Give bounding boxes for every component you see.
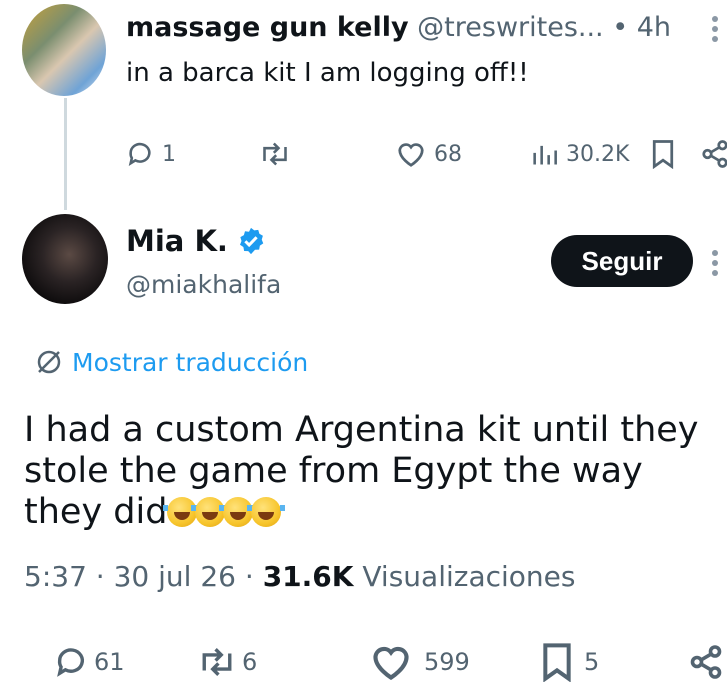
retweet-icon (202, 648, 232, 676)
reply-button[interactable]: 1 (126, 136, 176, 172)
laughing-emoji-icon (247, 497, 286, 527)
heart-icon (373, 646, 409, 680)
bookmark-count: 5 (584, 648, 600, 676)
retweet-count: 6 (242, 648, 258, 676)
like-button[interactable]: 68 (396, 136, 462, 172)
thread-line (64, 98, 67, 210)
laughing-emoji-icon (219, 497, 258, 527)
views-label: Visualizaciones (362, 560, 576, 593)
like-count: 599 (424, 648, 470, 676)
handle[interactable]: @miakhalifa (126, 270, 281, 299)
retweet-button[interactable] (258, 136, 292, 172)
more-options-icon[interactable] (712, 246, 720, 280)
reply-icon (57, 648, 85, 677)
tweet-meta: 5:37 · 30 jul 26 · 31.6K Visualizaciones (24, 560, 576, 593)
views-icon (533, 145, 557, 165)
avatar[interactable] (22, 4, 106, 96)
tweet-date[interactable]: 30 jul 26 (114, 560, 236, 593)
like-count: 68 (434, 141, 462, 167)
translate-link[interactable]: Mostrar traducción (34, 347, 308, 377)
reply-icon (128, 142, 151, 167)
share-button[interactable] (688, 640, 724, 684)
globe-icon (37, 350, 61, 374)
laughing-emoji-group (163, 492, 286, 532)
views-count: 31.6K (262, 560, 354, 593)
translate-label: Mostrar traducción (72, 347, 309, 377)
tweet-text: I had a custom Argentina kit until they … (24, 410, 704, 533)
verified-badge-icon (239, 227, 264, 255)
laughing-emoji-icon (191, 497, 230, 527)
reply-count: 61 (94, 648, 125, 676)
bookmark-icon (543, 643, 571, 682)
tweet-header: Mia K. (126, 224, 266, 258)
display-name[interactable]: massage gun kelly (126, 12, 409, 43)
bookmark-button[interactable]: 5 (540, 640, 599, 684)
display-name[interactable]: Mia K. (126, 224, 228, 258)
more-options-icon[interactable] (712, 12, 720, 46)
heart-icon (398, 143, 424, 167)
views-button[interactable]: 30.2K (530, 136, 629, 172)
reply-count: 1 (162, 141, 176, 167)
tweet-text-content: I had a custom Argentina kit until they … (24, 410, 699, 532)
like-button[interactable]: 599 (368, 640, 470, 684)
handle-time: @treswrites... • 4h (417, 12, 672, 43)
tweet-text: in a barca kit I am logging off!! (126, 58, 529, 88)
reply-button[interactable]: 61 (54, 640, 125, 684)
bookmark-button[interactable] (650, 136, 676, 172)
views-count: 30.2K (566, 141, 630, 167)
tweet-time[interactable]: 5:37 (24, 560, 87, 593)
tweet-header: massage gun kelly @treswrites... • 4h (126, 12, 671, 43)
share-icon (702, 140, 727, 168)
avatar[interactable] (22, 214, 108, 304)
bookmark-icon (652, 140, 674, 169)
laughing-emoji-icon (163, 497, 202, 527)
follow-button[interactable]: Seguir (551, 235, 693, 287)
share-icon (690, 645, 722, 679)
share-button[interactable] (700, 136, 727, 172)
retweet-button[interactable]: 6 (196, 640, 257, 684)
retweet-icon (263, 142, 287, 166)
